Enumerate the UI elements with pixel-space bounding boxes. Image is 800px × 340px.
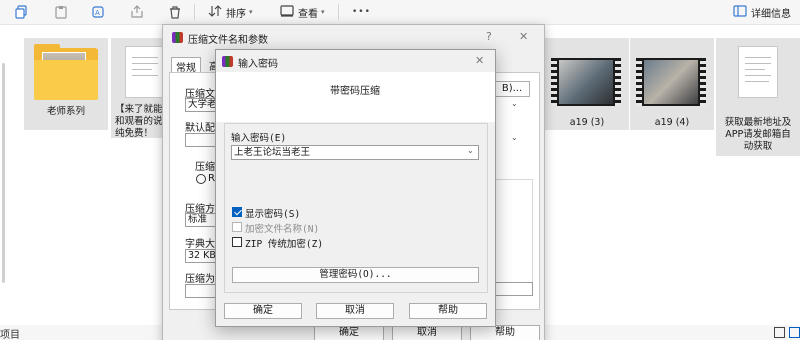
chevron-down-icon[interactable]: ⌄ bbox=[511, 133, 518, 142]
show-password-checkbox[interactable] bbox=[232, 207, 242, 217]
encrypt-names-checkbox[interactable] bbox=[232, 222, 242, 232]
archive-dialog-title: 压缩文件名和参数 bbox=[188, 35, 268, 46]
explorer-toolbar: A 排序 ▾ 查看 ▾ ••• 详细信息 bbox=[0, 0, 800, 25]
file-name: a19 (3) bbox=[569, 117, 605, 128]
archive-cancel-button[interactable]: 取消 bbox=[392, 325, 462, 340]
winrar-icon bbox=[172, 32, 183, 43]
sort-label: 排序 bbox=[226, 8, 246, 20]
more-options-button[interactable]: ••• bbox=[352, 3, 371, 21]
browse-button[interactable]: B)... bbox=[494, 81, 530, 97]
details-pane-button[interactable]: 详细信息 bbox=[733, 3, 791, 21]
format-radio[interactable] bbox=[196, 174, 206, 184]
view-icon bbox=[280, 4, 294, 21]
cancel-button[interactable]: 取消 bbox=[316, 303, 394, 319]
password-dialog-title: 输入密码 bbox=[238, 59, 278, 70]
default-profile-label: 默认配 bbox=[185, 123, 215, 134]
sort-button[interactable]: 排序 ▾ bbox=[208, 3, 253, 21]
chevron-down-icon[interactable]: ⌄ bbox=[511, 99, 518, 108]
svg-text:A: A bbox=[95, 9, 100, 17]
document-icon bbox=[125, 46, 165, 98]
chevron-down-icon: ▾ bbox=[249, 8, 253, 16]
close-icon[interactable]: ✕ bbox=[519, 30, 528, 43]
chevron-down-icon: ▾ bbox=[321, 8, 325, 16]
help-button[interactable]: 帮助 bbox=[409, 303, 487, 319]
share-icon[interactable] bbox=[130, 3, 144, 21]
archive-help-button[interactable]: 帮助 bbox=[470, 325, 540, 340]
file-tile[interactable]: 获取最新地址及 APP请发邮箱自 动获取 bbox=[716, 38, 800, 156]
file-name: a19 (4) bbox=[654, 117, 690, 128]
file-tile[interactable]: a19 (4) bbox=[630, 38, 714, 130]
password-dialog-titlebar[interactable]: 输入密码 ✕ bbox=[216, 50, 495, 74]
ok-button[interactable]: 确定 bbox=[224, 303, 302, 319]
file-name-line: APP请发邮箱自 bbox=[725, 129, 791, 140]
manage-passwords-button[interactable]: 管理密码(O)... bbox=[232, 267, 479, 283]
video-thumbnail bbox=[551, 58, 621, 106]
password-input[interactable]: 上老王论坛当老王 bbox=[231, 145, 479, 160]
dictionary-label: 字典大 bbox=[185, 239, 215, 250]
encrypt-names-label: 加密文件名称(N) bbox=[245, 224, 320, 235]
view-button[interactable]: 查看 ▾ bbox=[280, 3, 325, 21]
document-icon bbox=[738, 46, 778, 98]
close-icon[interactable]: ✕ bbox=[475, 54, 484, 67]
zip-legacy-checkbox[interactable] bbox=[232, 237, 242, 247]
details-view-icon[interactable] bbox=[774, 327, 785, 338]
archive-ok-button[interactable]: 确定 bbox=[314, 325, 384, 340]
status-text: 项目 bbox=[0, 330, 20, 340]
file-name: 获取最新地址及 bbox=[724, 117, 792, 128]
password-dialog: 输入密码 ✕ 带密码压缩 输入密码(E) 上老王论坛当老王 ⌄ 显示密码(S) … bbox=[215, 49, 496, 327]
file-name-line: 动获取 bbox=[743, 141, 773, 152]
help-icon[interactable]: ? bbox=[486, 30, 492, 43]
show-password-label: 显示密码(S) bbox=[245, 209, 301, 220]
dialog-heading: 带密码压缩 bbox=[330, 86, 380, 97]
tab-general[interactable]: 常规 bbox=[171, 57, 201, 74]
options-group-box bbox=[495, 179, 533, 291]
archive-dialog-titlebar[interactable]: 压缩文件名和参数 ? ✕ bbox=[163, 25, 544, 49]
paste-icon[interactable] bbox=[54, 3, 68, 21]
details-label: 详细信息 bbox=[751, 8, 791, 20]
view-label: 查看 bbox=[298, 8, 318, 20]
split-label: 压缩为 bbox=[185, 274, 215, 285]
copy-icon[interactable] bbox=[14, 3, 28, 21]
winrar-icon bbox=[222, 56, 233, 67]
details-pane-icon bbox=[733, 4, 747, 21]
tiles-view-icon[interactable] bbox=[789, 327, 800, 338]
sort-icon bbox=[208, 4, 222, 21]
extra-field[interactable] bbox=[493, 282, 533, 296]
rename-icon[interactable]: A bbox=[92, 3, 106, 21]
password-options-group: 输入密码(E) 上老王论坛当老王 ⌄ 显示密码(S) 加密文件名称(N) ZIP… bbox=[224, 123, 488, 293]
file-tile[interactable]: a19 (3) bbox=[545, 38, 629, 130]
file-name: 老师系列 bbox=[46, 106, 85, 117]
folder-icon bbox=[34, 60, 98, 100]
chevron-down-icon[interactable]: ⌄ bbox=[467, 146, 474, 155]
dialog-header: 带密码压缩 bbox=[216, 72, 495, 122]
delete-icon[interactable] bbox=[168, 3, 182, 21]
scrollbar[interactable] bbox=[2, 63, 5, 283]
zip-legacy-label: ZIP 传统加密(Z) bbox=[245, 239, 324, 250]
file-tile[interactable]: 老师系列 bbox=[24, 38, 108, 130]
password-label: 输入密码(E) bbox=[231, 133, 287, 144]
video-thumbnail bbox=[636, 58, 706, 106]
